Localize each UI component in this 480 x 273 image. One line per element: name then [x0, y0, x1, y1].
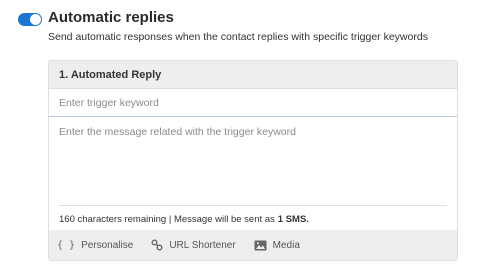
- automated-reply-card: 1. Automated Reply Enter trigger keyword…: [48, 60, 458, 261]
- auto-replies-toggle[interactable]: [18, 13, 42, 26]
- message-textarea[interactable]: Enter the message related with the trigg…: [49, 117, 457, 205]
- personalise-label: Personalise: [81, 239, 134, 251]
- card-header: 1. Automated Reply: [49, 61, 457, 89]
- url-shortener-label: URL Shortener: [169, 239, 236, 251]
- link-icon: [151, 239, 163, 251]
- sms-count: 1 SMS.: [277, 214, 309, 225]
- image-icon: [254, 240, 267, 251]
- toggle-knob: [30, 14, 41, 25]
- section-subtitle: Send automatic responses when the contac…: [48, 31, 428, 43]
- media-label: Media: [272, 239, 300, 251]
- section-title: Automatic replies: [48, 9, 174, 26]
- message-toolbar: { } Personalise URL Shortener Media: [49, 230, 457, 260]
- personalise-button[interactable]: { } Personalise: [57, 240, 133, 251]
- trigger-keyword-input[interactable]: Enter trigger keyword: [49, 89, 457, 117]
- url-shortener-button[interactable]: URL Shortener: [151, 239, 236, 251]
- character-counter: 160 characters remaining | Message will …: [59, 205, 447, 233]
- media-button[interactable]: Media: [254, 240, 300, 251]
- braces-icon: { }: [57, 239, 76, 251]
- counter-text: 160 characters remaining | Message will …: [59, 214, 275, 225]
